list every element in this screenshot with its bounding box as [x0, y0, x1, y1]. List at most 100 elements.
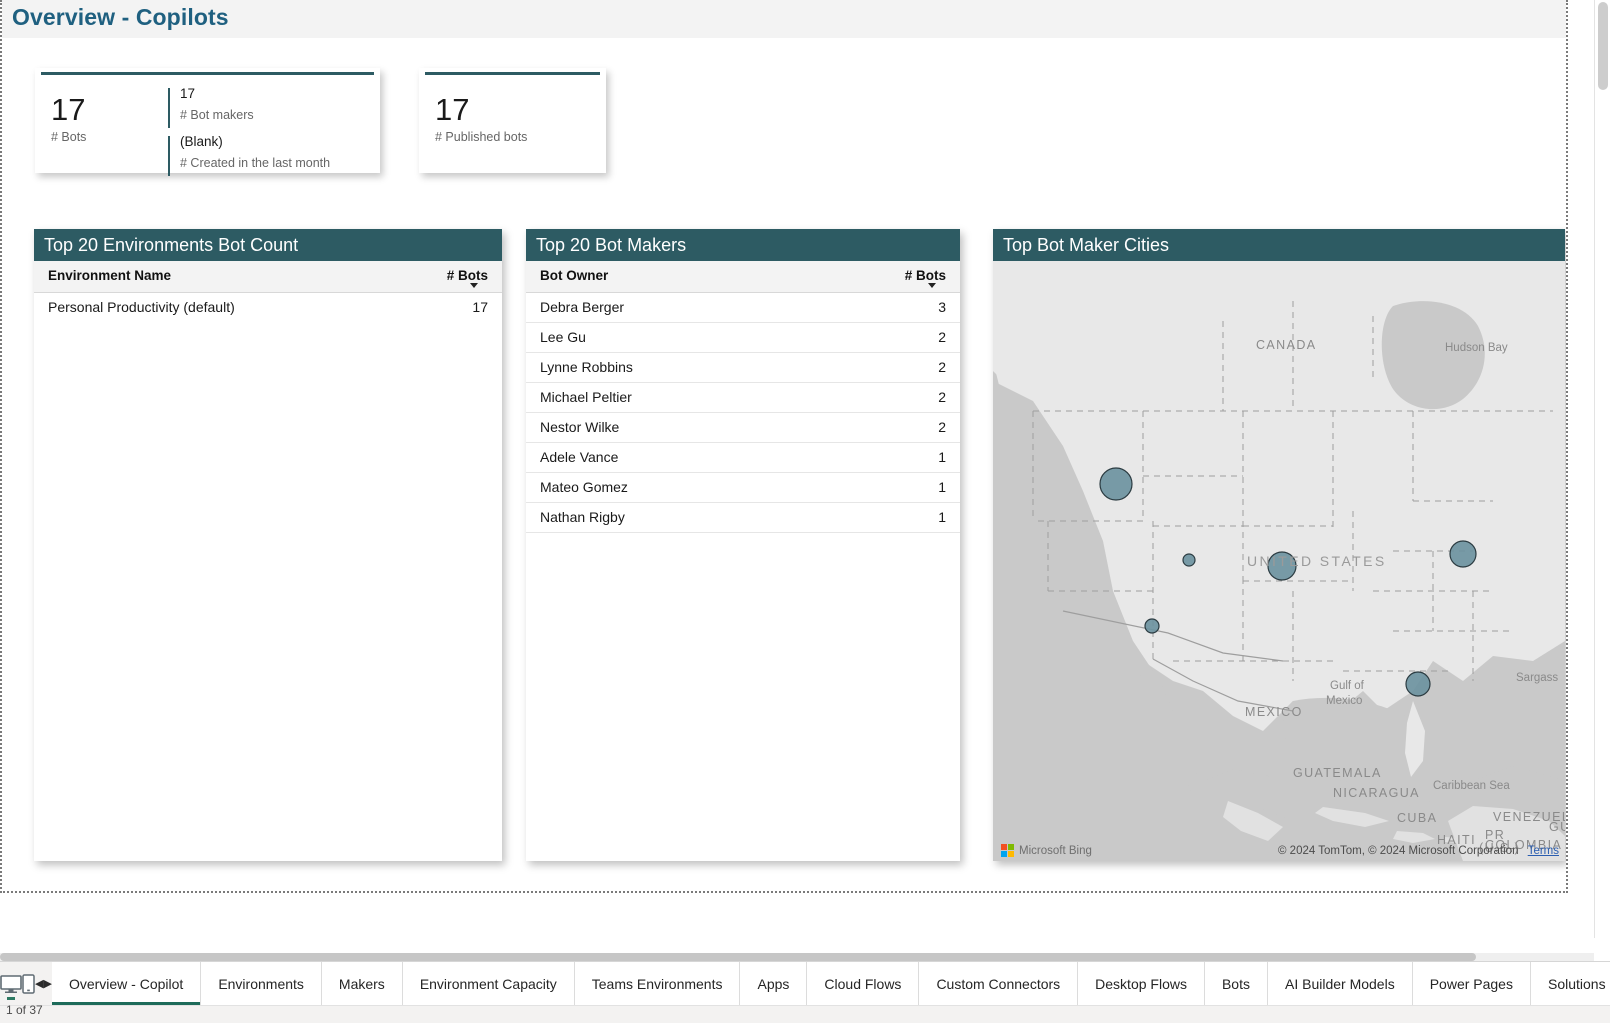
- panel-map-title: Top Bot Maker Cities: [993, 229, 1565, 261]
- column-header-bot-owner[interactable]: Bot Owner: [526, 261, 874, 293]
- panel-bot-makers[interactable]: Top 20 Bot Makers Bot Owner # Bots Debra…: [526, 229, 960, 861]
- tab-label: Teams Environments: [591, 975, 723, 992]
- tab-label: Solutions: [1547, 975, 1606, 992]
- page-tab-bar: ◀ ▶ Overview - Copilot Environments Makers…: [0, 961, 1610, 1005]
- tab-label: Apps: [757, 975, 790, 992]
- desktop-view-icon: [0, 974, 22, 993]
- tab-power-pages[interactable]: Power Pages: [1412, 962, 1531, 1005]
- map-terms-link[interactable]: Terms: [1528, 845, 1559, 857]
- cell-bot-count: 1: [874, 472, 960, 503]
- next-page-icon: ▶: [43, 978, 52, 990]
- tab-makers[interactable]: Makers: [321, 962, 403, 1005]
- tab-cloud-flows[interactable]: Cloud Flows: [807, 962, 920, 1005]
- column-header-bots[interactable]: # Bots: [416, 261, 502, 293]
- status-strip: 1 of 37: [0, 1003, 1610, 1023]
- table-row[interactable]: Debra Berger 3: [526, 292, 960, 323]
- tab-label: Desktop Flows: [1095, 975, 1187, 992]
- map-label-gulf-of-mexico-2: Mexico: [1326, 695, 1362, 707]
- tab-apps[interactable]: Apps: [740, 962, 808, 1005]
- title-band: Overview - Copilots: [2, 0, 1566, 38]
- table-row[interactable]: Personal Productivity (default) 17: [34, 293, 502, 323]
- map-label-nicaragua: NICARAGUA: [1333, 786, 1420, 800]
- previous-page-icon: ◀: [35, 978, 44, 990]
- kpi-published-value: 17: [435, 92, 470, 127]
- tab-label: Makers: [338, 975, 385, 992]
- panel-top-bot-maker-cities[interactable]: Top Bot Maker Cities CANADA Hudson Bay U…: [993, 229, 1565, 861]
- tab-teams-environments[interactable]: Teams Environments: [574, 962, 741, 1005]
- bot-makers-table: Bot Owner # Bots Debra Berger 3 Lee Gu 2 Lyn…: [526, 261, 960, 533]
- kpi-card-bots[interactable]: 17 # Bots 17 # Bot makers (Blank) # Crea…: [35, 68, 380, 176]
- tab-overview-copilot[interactable]: Overview - Copilot: [51, 962, 202, 1005]
- map-label-sargasso: Sargass: [1516, 672, 1558, 684]
- table-row[interactable]: Nathan Rigby 1: [526, 502, 960, 533]
- table-row[interactable]: Lee Gu 2: [526, 322, 960, 353]
- tab-label: Cloud Flows: [824, 975, 902, 992]
- tab-ai-builder-models[interactable]: AI Builder Models: [1267, 962, 1413, 1005]
- environments-table-body: Personal Productivity (default) 17: [34, 293, 502, 323]
- panel-environments-bot-count[interactable]: Top 20 Environments Bot Count Environmen…: [34, 229, 502, 861]
- kpi-accent-line: [425, 72, 600, 75]
- cell-bot-count: 1: [874, 502, 960, 533]
- mobile-view-button[interactable]: [22, 962, 35, 1005]
- sort-descending-icon[interactable]: [928, 283, 936, 288]
- panel-environments-body: Environment Name # Bots Personal Product…: [34, 261, 502, 861]
- table-row[interactable]: Lynne Robbins 2: [526, 352, 960, 383]
- map-copyright: © 2024 TomTom, © 2024 Microsoft Corporat…: [1278, 845, 1559, 857]
- kpi-published-label: # Published bots: [435, 130, 528, 144]
- kpi-card-published-bots[interactable]: 17 # Published bots: [419, 68, 606, 173]
- tab-environment-capacity[interactable]: Environment Capacity: [402, 962, 575, 1005]
- map-canvas[interactable]: CANADA Hudson Bay UNITED STATES MEXICO G…: [993, 261, 1565, 861]
- bing-attribution-label: Microsoft Bing: [1019, 844, 1092, 857]
- map-label-gu: GU: [1549, 820, 1565, 834]
- vertical-scrollbar-thumb[interactable]: [1598, 2, 1608, 90]
- map-label-gulf-of-mexico: Gulf of: [1330, 680, 1365, 692]
- tab-label: AI Builder Models: [1284, 975, 1395, 992]
- cell-bot-owner: Debra Berger: [526, 292, 874, 323]
- bing-map-graphic[interactable]: CANADA Hudson Bay UNITED STATES MEXICO G…: [993, 261, 1565, 861]
- cell-bot-count: 2: [874, 322, 960, 353]
- tab-desktop-flows[interactable]: Desktop Flows: [1078, 962, 1205, 1005]
- cell-bot-owner: Nathan Rigby: [526, 502, 874, 533]
- kpi-bots-label: # Bots: [51, 130, 87, 144]
- tab-custom-connectors[interactable]: Custom Connectors: [919, 962, 1079, 1005]
- panel-bot-makers-title: Top 20 Bot Makers: [526, 229, 960, 261]
- page-title: Overview - Copilots: [12, 4, 229, 30]
- tab-solutions[interactable]: Solutions: [1530, 962, 1610, 1005]
- kpi-sub-created-value: (Blank): [180, 134, 223, 149]
- kpi-sub-bot-makers-value: 17: [180, 86, 196, 101]
- map-bubble: [1099, 467, 1133, 501]
- horizontal-scrollbar-thumb[interactable]: [0, 953, 1476, 961]
- tab-environments[interactable]: Environments: [201, 962, 322, 1005]
- tab-label: Custom Connectors: [936, 975, 1061, 992]
- map-bubble: [1405, 671, 1431, 697]
- cell-environment-bots: 17: [472, 299, 488, 315]
- tab-bots[interactable]: Bots: [1204, 962, 1268, 1005]
- cell-bot-count: 2: [874, 412, 960, 443]
- next-page-button[interactable]: ▶: [43, 962, 51, 1005]
- map-label-cuba: CUBA: [1397, 811, 1437, 825]
- previous-page-button[interactable]: ◀: [35, 962, 43, 1005]
- map-copyright-label: © 2024 TomTom, © 2024 Microsoft Corporat…: [1278, 845, 1519, 857]
- page-counter: 1 of 37: [6, 1003, 43, 1017]
- cell-bot-owner: Lee Gu: [526, 322, 874, 353]
- map-label-caribbean-sea: Caribbean Sea: [1433, 780, 1510, 792]
- column-header-bots[interactable]: # Bots: [874, 261, 960, 293]
- map-label-hudson-bay: Hudson Bay: [1445, 342, 1508, 354]
- column-header-environment-name[interactable]: Environment Name: [34, 261, 416, 293]
- map-label-united-states: UNITED STATES: [1247, 553, 1387, 569]
- kpi-accent-line: [41, 72, 374, 75]
- bot-makers-table-body: Debra Berger 3 Lee Gu 2 Lynne Robbins 2 Michae…: [526, 292, 960, 533]
- kpi-sub-accent-bar: [168, 88, 170, 128]
- vertical-scrollbar[interactable]: [1594, 0, 1610, 938]
- panel-environments-title: Top 20 Environments Bot Count: [34, 229, 502, 261]
- table-row[interactable]: Michael Peltier 2: [526, 382, 960, 413]
- tab-label: Overview - Copilot: [68, 975, 184, 992]
- desktop-view-button[interactable]: [0, 962, 22, 1005]
- cell-bot-owner: Michael Peltier: [526, 382, 874, 413]
- table-row[interactable]: Adele Vance 1: [526, 442, 960, 473]
- sort-descending-icon[interactable]: [470, 283, 478, 288]
- table-row[interactable]: Mateo Gomez 1: [526, 472, 960, 503]
- cell-bot-count: 2: [874, 352, 960, 383]
- tab-label: Bots: [1221, 975, 1250, 992]
- table-row[interactable]: Nestor Wilke 2: [526, 412, 960, 443]
